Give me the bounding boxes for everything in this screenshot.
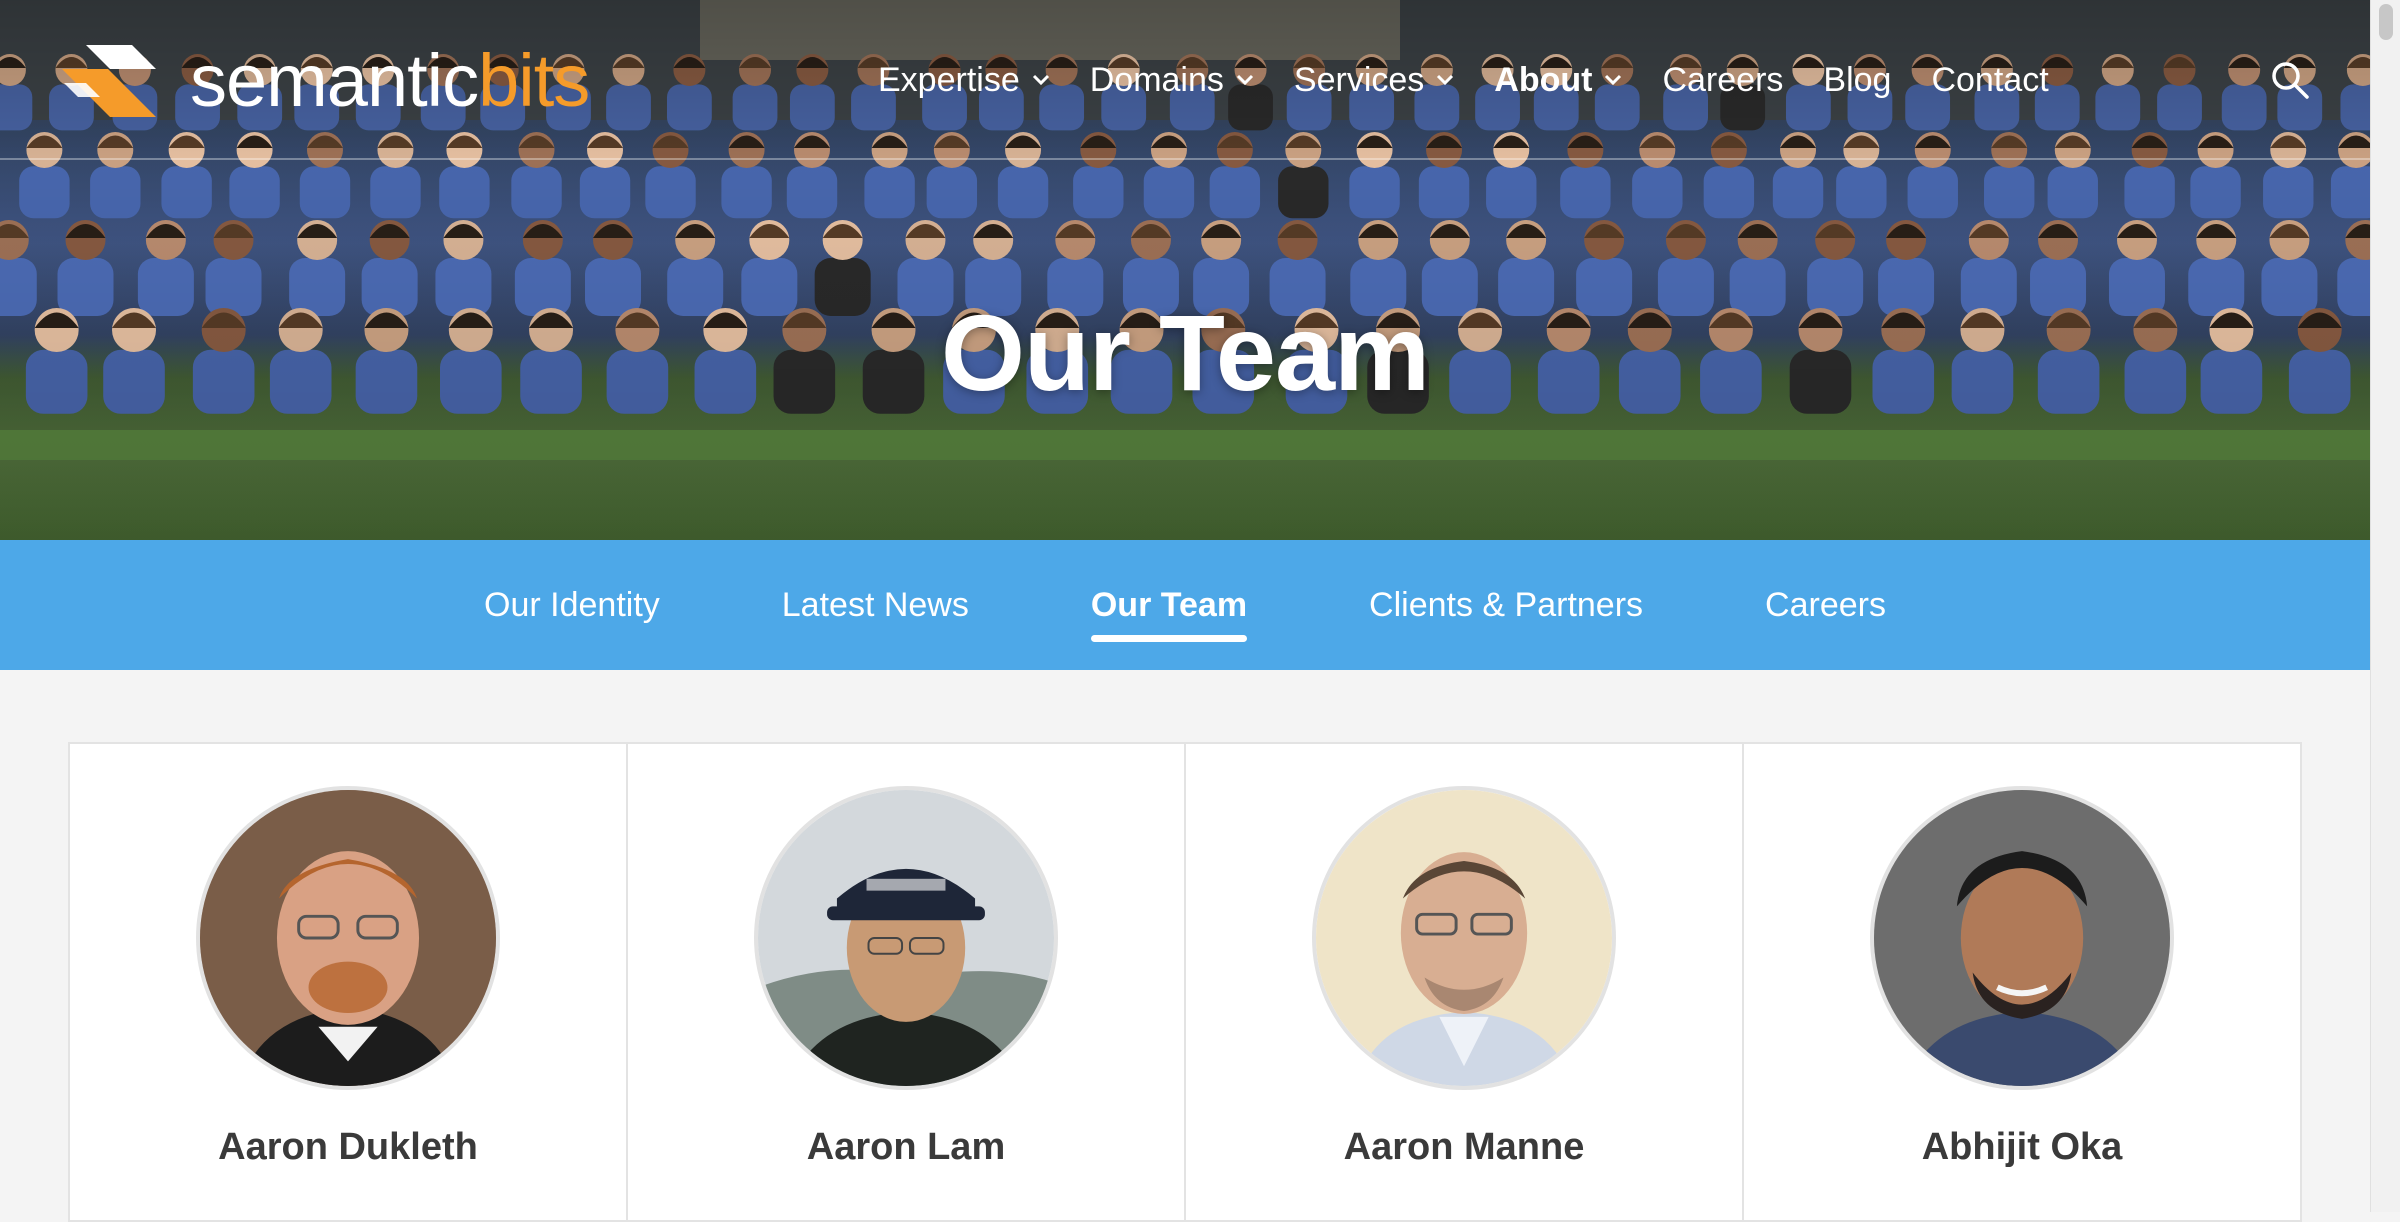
nav-label: Careers xyxy=(1662,60,1784,99)
member-name: Aaron Dukleth xyxy=(218,1126,478,1168)
member-name: Aaron Lam xyxy=(806,1126,1006,1168)
nav-item-about[interactable]: About xyxy=(1494,61,1622,100)
logo-text-accent: bits xyxy=(478,39,590,122)
avatar xyxy=(1312,786,1616,1090)
team-grid: Aaron Dukleth Aaron Lam Aaron Manne Abhi… xyxy=(68,742,2302,1222)
portrait-aaron-manne xyxy=(1316,790,1612,1086)
hero-banner: semanticbits Expertise Domains Services … xyxy=(0,0,2370,540)
semanticbits-logo[interactable]: semanticbits xyxy=(56,36,590,126)
search-icon[interactable] xyxy=(2270,60,2310,100)
logo-mark-icon xyxy=(62,45,156,117)
subnav-item-clients-partners[interactable]: Clients & Partners xyxy=(1369,540,1643,670)
team-member-card[interactable]: Aaron Lam xyxy=(628,744,1186,1220)
chevron-down-icon xyxy=(1437,74,1454,86)
portrait-aaron-dukleth xyxy=(200,790,496,1086)
nav-item-services[interactable]: Services xyxy=(1294,61,1454,100)
avatar xyxy=(196,786,500,1090)
site-header: semanticbits Expertise Domains Services … xyxy=(0,0,2370,160)
nav-label: About xyxy=(1494,60,1593,99)
nav-item-contact[interactable]: Contact xyxy=(1931,61,2048,100)
logo-wordmark: semanticbits xyxy=(190,44,590,118)
nav-item-domains[interactable]: Domains xyxy=(1090,61,1254,100)
portrait-abhijit-oka xyxy=(1874,790,2170,1086)
section-subnav: Our Identity Latest News Our Team Client… xyxy=(0,540,2370,670)
nav-label: Blog xyxy=(1823,60,1892,99)
member-name: Abhijit Oka xyxy=(1921,1126,2123,1168)
subnav-item-our-team[interactable]: Our Team xyxy=(1090,540,1248,670)
nav-label: Expertise xyxy=(878,60,1020,99)
avatar xyxy=(1870,786,2174,1090)
main-nav: Expertise Domains Services About Careers… xyxy=(878,56,2089,104)
nav-label: Domains xyxy=(1089,60,1224,99)
nav-item-careers[interactable]: Careers xyxy=(1662,61,1783,100)
chevron-down-icon xyxy=(1605,74,1622,86)
page-title: Our Team xyxy=(940,292,1430,413)
nav-label: Services xyxy=(1293,60,1425,99)
nav-label: Contact xyxy=(1931,60,2049,99)
nav-item-expertise[interactable]: Expertise xyxy=(878,61,1050,100)
team-member-card[interactable]: Aaron Dukleth xyxy=(70,744,628,1220)
chevron-down-icon xyxy=(1236,74,1253,86)
portrait-aaron-lam xyxy=(758,790,1054,1086)
page-scrollbar[interactable] xyxy=(2370,0,2400,1212)
subnav-item-latest-news[interactable]: Latest News xyxy=(782,540,969,670)
logo-text-main: semantic xyxy=(190,39,479,122)
scrollbar-thumb[interactable] xyxy=(2379,4,2393,40)
subnav-item-careers[interactable]: Careers xyxy=(1765,540,1886,670)
member-name: Aaron Manne xyxy=(1343,1126,1585,1168)
nav-item-blog[interactable]: Blog xyxy=(1823,61,1891,100)
team-member-card[interactable]: Abhijit Oka xyxy=(1744,744,2300,1220)
team-member-card[interactable]: Aaron Manne xyxy=(1186,744,1744,1220)
subnav-item-our-identity[interactable]: Our Identity xyxy=(484,540,660,670)
avatar xyxy=(754,786,1058,1090)
chevron-down-icon xyxy=(1032,74,1049,86)
